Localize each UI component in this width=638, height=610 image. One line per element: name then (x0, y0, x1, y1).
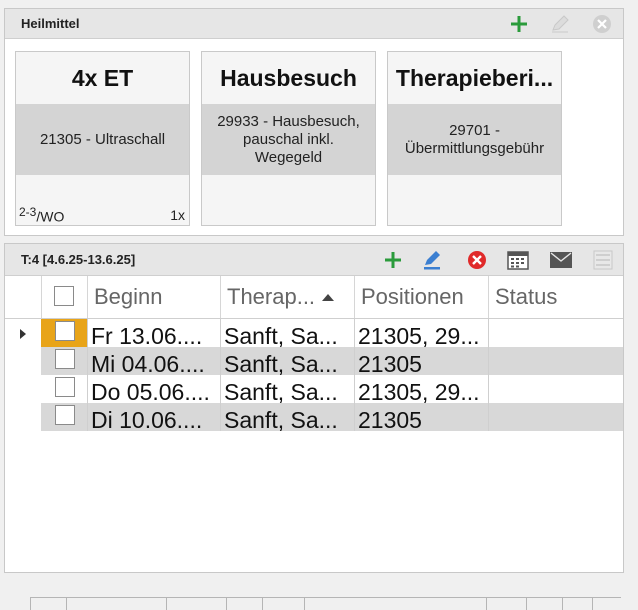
strip-segment (592, 597, 621, 610)
cell-status (488, 375, 623, 403)
card-position: 29933 - Hausbesuch, pauschal inkl. Wegeg… (202, 104, 375, 175)
cell-beginn: Di 10.06.... (91, 407, 203, 431)
column-header-beginn[interactable]: Beginn (87, 276, 220, 318)
strip-segment (526, 597, 563, 610)
heilmittel-card-therapiebericht[interactable]: Therapieberi... 29701 - Übermittlungsgeb… (387, 51, 562, 226)
column-header-status[interactable]: Status (488, 276, 623, 318)
column-header-therapeut-label: Therap... (227, 284, 316, 309)
cell-therapeut: Sanft, Sa... (224, 407, 338, 431)
heilmittel-card-et[interactable]: 4x ET 21305 - Ultraschall 2-3/WO 1x (15, 51, 190, 226)
card-position: 21305 - Ultraschall (16, 104, 189, 175)
column-header-therapeut[interactable]: Therap... (220, 276, 354, 318)
header-checkbox-cell (41, 276, 87, 318)
strip-segment (262, 597, 305, 610)
table-row[interactable]: Di 10.06.... Sanft, Sa... 21305 (41, 403, 623, 431)
termine-grid: Beginn Therap... Positionen Status Fr 13… (5, 276, 623, 431)
strip-segment (562, 597, 593, 610)
frequency-unit: /WO (36, 209, 65, 225)
heilmittel-card-hausbesuch[interactable]: Hausbesuch 29933 - Hausbesuch, pauschal … (201, 51, 376, 226)
cell-beginn: Mi 04.06.... (91, 351, 205, 375)
count-label: 1x (170, 207, 185, 223)
calendar-icon[interactable] (507, 249, 529, 271)
plus-icon[interactable] (382, 249, 404, 271)
table-row[interactable]: Fr 13.06.... Sanft, Sa... 21305, 29... (41, 319, 623, 347)
close-circle-icon[interactable] (591, 13, 613, 35)
termine-header: T:4 [4.6.25-13.6.25] (5, 244, 623, 276)
frequency-value: 2-3 (19, 205, 37, 220)
pencil-icon[interactable] (549, 13, 571, 35)
termine-panel: T:4 [4.6.25-13.6.25] Beginn Therap... Po… (4, 243, 624, 573)
cell-positionen: 21305 (358, 351, 422, 375)
plus-icon[interactable] (508, 13, 530, 35)
cell-therapeut: Sanft, Sa... (224, 323, 338, 347)
cell-positionen: 21305, 29... (358, 323, 480, 347)
strip-segment (166, 597, 227, 610)
row-checkbox[interactable] (55, 405, 75, 425)
card-position: 29701 - Übermittlungsgebühr (388, 104, 561, 175)
row-checkbox[interactable] (55, 349, 75, 369)
table-row[interactable]: Do 05.06.... Sanft, Sa... 21305, 29... (41, 375, 623, 403)
card-footer: 2-3/WO 1x (16, 175, 189, 225)
cell-beginn: Fr 13.06.... (91, 323, 203, 347)
heilmittel-panel: Heilmittel 4x ET 21305 - Ultraschall 2-3… (4, 8, 624, 236)
red-x-icon[interactable] (466, 249, 488, 271)
column-header-positionen[interactable]: Positionen (354, 276, 488, 318)
cell-positionen: 21305, 29... (358, 379, 480, 403)
heilmittel-header: Heilmittel (5, 9, 623, 39)
grid-header: Beginn Therap... Positionen Status (5, 276, 623, 319)
strip-segment (486, 597, 527, 610)
cell-status (488, 403, 623, 431)
cell-beginn: Do 05.06.... (91, 379, 210, 403)
strip-segment (30, 597, 67, 610)
strip-segment (226, 597, 263, 610)
card-title: Therapieberi... (395, 64, 554, 91)
cell-therapeut: Sanft, Sa... (224, 351, 338, 375)
cell-status (488, 347, 623, 375)
sort-ascending-icon (322, 294, 335, 301)
strip-segment (304, 597, 487, 610)
bottom-toolbar-strip (0, 597, 638, 610)
heilmittel-title: Heilmittel (21, 16, 80, 31)
cell-therapeut: Sanft, Sa... (224, 379, 338, 403)
strip-segment (66, 597, 167, 610)
cell-positionen: 21305 (358, 407, 422, 431)
select-all-checkbox[interactable] (54, 286, 74, 306)
cell-status (488, 319, 623, 347)
table-row[interactable]: Mi 04.06.... Sanft, Sa... 21305 (41, 347, 623, 375)
mail-icon[interactable] (550, 249, 572, 271)
row-checkbox[interactable] (55, 377, 75, 397)
card-title: Hausbesuch (220, 64, 357, 91)
list-icon[interactable] (592, 249, 614, 271)
pencil-icon[interactable] (421, 249, 443, 271)
frequency-label: 2-3/WO (19, 205, 64, 225)
current-row-arrow-icon (20, 329, 26, 339)
card-title: 4x ET (71, 64, 134, 91)
row-checkbox[interactable] (55, 321, 75, 341)
termine-title: T:4 [4.6.25-13.6.25] (21, 252, 136, 267)
